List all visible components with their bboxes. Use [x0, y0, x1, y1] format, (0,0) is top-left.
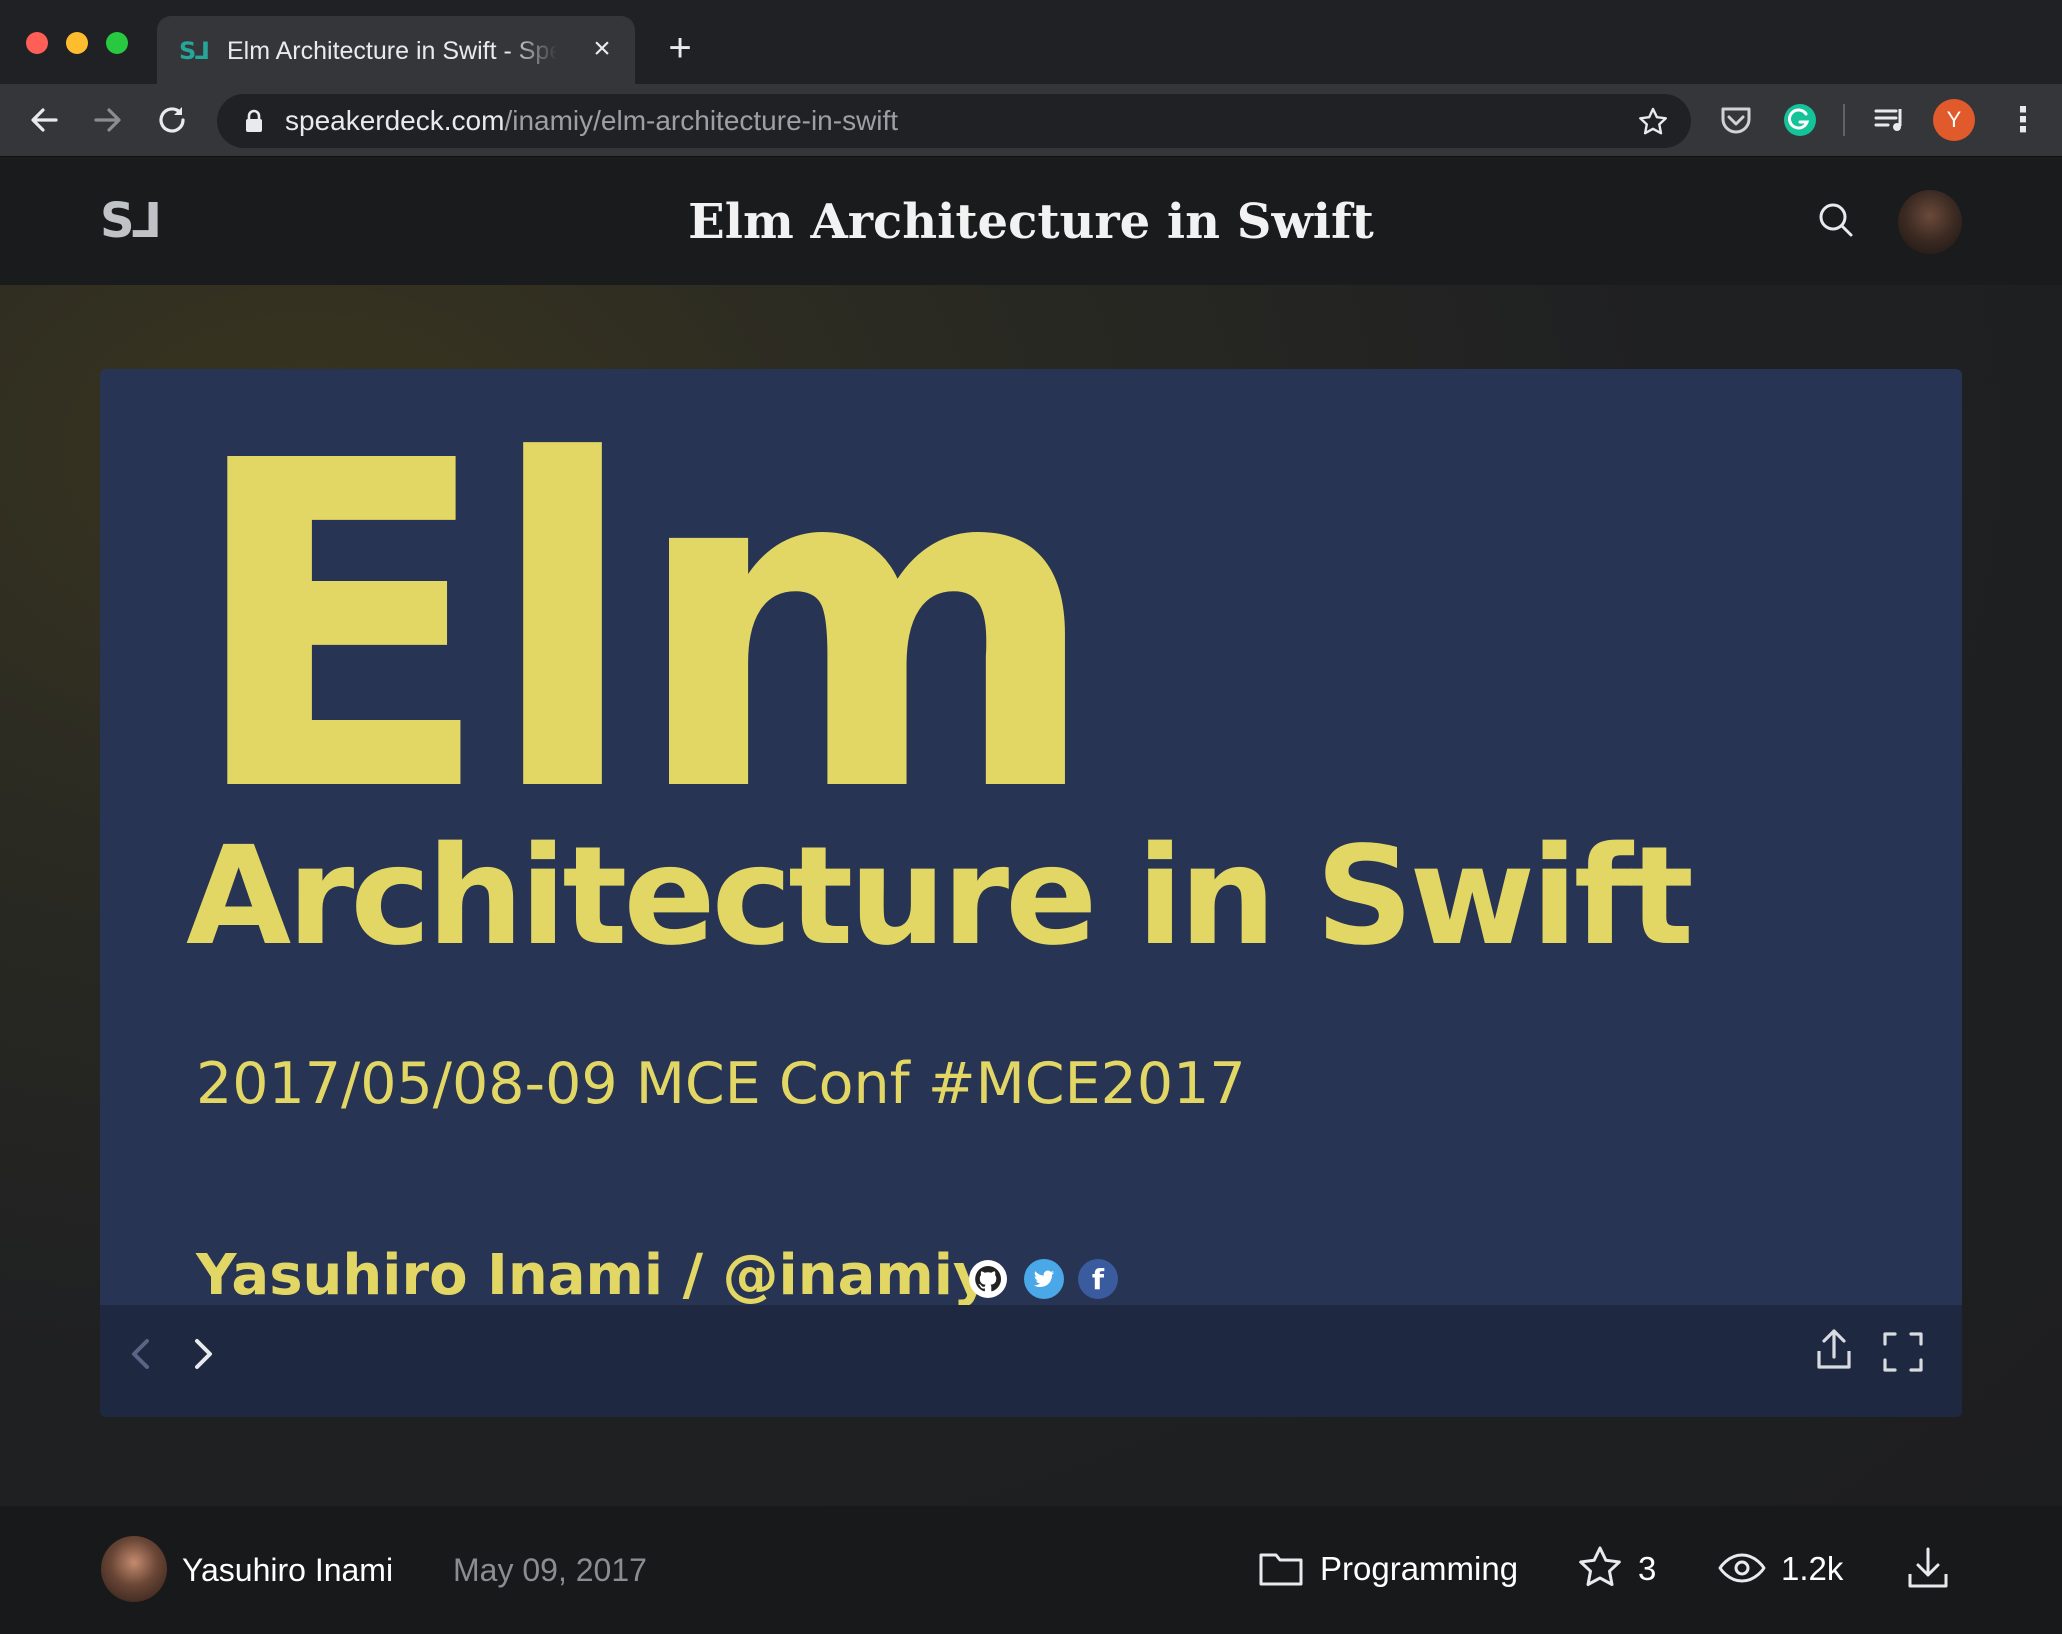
bookmark-star-icon[interactable] [1637, 106, 1669, 138]
tab-strip: S⅃ Elm Architecture in Swift - Speaker D… [0, 0, 2062, 84]
eye-icon [1718, 1553, 1766, 1583]
browser-tab-active[interactable]: S⅃ Elm Architecture in Swift - Speaker D… [157, 16, 635, 84]
address-bar[interactable]: speakerdeck.com/inamiy/elm-architecture-… [217, 94, 1691, 148]
fullscreen-icon[interactable] [1878, 1327, 1928, 1377]
forward-icon[interactable] [88, 100, 128, 140]
pocket-icon[interactable] [1716, 100, 1756, 140]
address-url: speakerdeck.com/inamiy/elm-architecture-… [285, 103, 898, 139]
view-count: 1.2k [1781, 1550, 1844, 1587]
twitter-icon [1024, 1259, 1064, 1299]
grammarly-icon[interactable] [1780, 100, 1820, 140]
author-name[interactable]: Yasuhiro Inami [182, 1549, 393, 1591]
speakerdeck-logo[interactable]: S⅃ [100, 196, 176, 246]
star-count: 3 [1638, 1550, 1657, 1587]
slide-subtitle: Architecture in Swift [186, 818, 1694, 976]
back-icon[interactable] [24, 100, 64, 140]
share-icon[interactable] [1809, 1325, 1859, 1375]
close-window-button[interactable] [26, 32, 48, 54]
url-host: speakerdeck.com [285, 105, 505, 136]
browser-menu-icon[interactable]: ⋮ [2006, 100, 2040, 140]
slide-conference: 2017/05/08-09 MCE Conf #MCE2017 [196, 1051, 1246, 1117]
slide-viewer[interactable]: Elm Architecture in Swift 2017/05/08-09 … [100, 369, 1962, 1417]
tab-close-icon[interactable]: × [587, 34, 617, 64]
star-icon[interactable] [1576, 1544, 1624, 1592]
toolbar-divider [1843, 104, 1845, 136]
minimize-window-button[interactable] [66, 32, 88, 54]
facebook-icon: f [1078, 1259, 1118, 1299]
zoom-window-button[interactable] [106, 32, 128, 54]
github-icon [969, 1260, 1007, 1298]
new-tab-button[interactable]: + [660, 28, 700, 68]
speakerdeck-favicon-icon: S⅃ [179, 37, 210, 65]
page-title: Elm Architecture in Swift [688, 194, 1374, 250]
folder-icon [1259, 1553, 1303, 1586]
slide-title-elm: Elm [186, 369, 1101, 891]
user-avatar[interactable] [1898, 190, 1962, 254]
category-link[interactable]: Programming [1320, 1547, 1518, 1591]
search-icon[interactable] [1816, 200, 1856, 240]
slide-controls [100, 1305, 1962, 1417]
next-slide-icon[interactable] [178, 1329, 228, 1379]
lock-icon [246, 109, 262, 132]
publish-date: May 09, 2017 [453, 1552, 647, 1588]
url-path: /inamiy/elm-architecture-in-swift [504, 105, 899, 136]
author-avatar[interactable] [101, 1536, 167, 1602]
reload-icon[interactable] [152, 100, 192, 140]
reading-list-icon[interactable] [1870, 100, 1910, 140]
previous-slide-icon[interactable] [116, 1329, 166, 1379]
download-icon[interactable] [1904, 1544, 1952, 1592]
slide-author: Yasuhiro Inami / @inamiy [196, 1243, 990, 1308]
profile-avatar[interactable]: Y [1933, 99, 1975, 141]
tab-title: Elm Architecture in Swift - Speaker Deck [227, 37, 557, 65]
